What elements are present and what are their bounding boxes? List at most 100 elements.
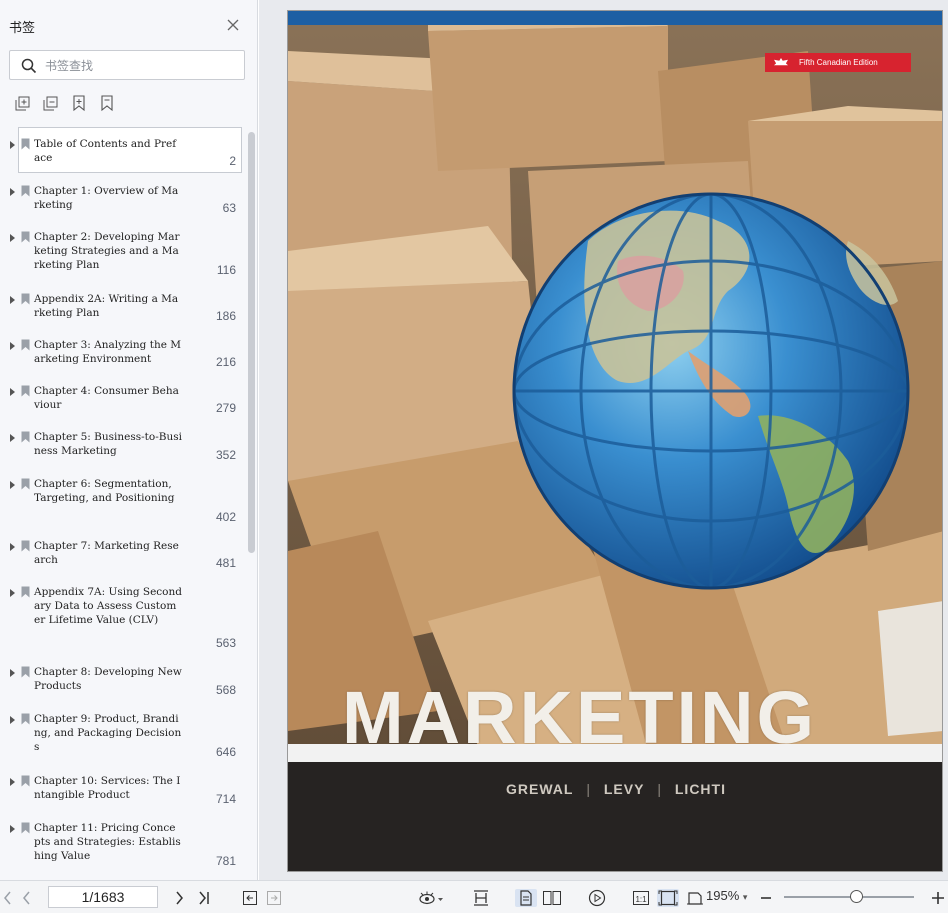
expand-arrow-icon[interactable] [10, 188, 15, 196]
bookmark-label: Chapter 4: Consumer Behaviour [34, 385, 179, 411]
zoom-value: 195% [706, 888, 740, 903]
bookmark-label: Chapter 10: Services: The Intangible Pro… [34, 775, 181, 801]
zoom-slider-track[interactable] [784, 896, 914, 898]
expand-arrow-icon[interactable] [10, 141, 15, 149]
author-separator: | [657, 781, 662, 797]
bookmark-page-number: 216 [215, 355, 236, 369]
bookmark-flag-icon [21, 138, 30, 150]
cover-page: Fifth Canadian Edition MARKETING GREWAL … [287, 10, 943, 872]
collapse-all-icon[interactable] [42, 94, 60, 112]
fit-page-icon[interactable] [657, 889, 679, 907]
edition-label: Fifth Canadian Edition [799, 58, 878, 67]
page-number-input[interactable]: 1/1683 [48, 886, 158, 908]
bookmark-label: Chapter 2: Developing Marketing Strategi… [34, 231, 180, 271]
expand-arrow-icon[interactable] [10, 716, 15, 724]
expand-arrow-icon[interactable] [10, 342, 15, 350]
bookmark-flag-icon [21, 185, 30, 197]
bookmark-item[interactable]: Chapter 7: Marketing Research 481 [0, 529, 244, 575]
zoom-in-icon[interactable] [931, 889, 945, 907]
chevron-down-icon: ▾ [742, 892, 748, 902]
expand-arrow-icon[interactable] [10, 296, 15, 304]
bookmark-page-number: 563 [215, 636, 236, 650]
author-name: LICHTI [674, 781, 726, 797]
bookmark-label: Table of Contents and Preface [34, 138, 177, 164]
last-page-icon[interactable] [197, 889, 211, 907]
close-icon[interactable] [226, 18, 240, 32]
bookmark-flag-icon [21, 478, 30, 490]
fit-width-icon[interactable] [686, 889, 704, 907]
bookmark-label: Appendix 2A: Writing a Marketing Plan [34, 293, 179, 319]
bookmark-flag-icon [21, 666, 30, 678]
sidebar-scrollbar[interactable] [248, 132, 255, 553]
zoom-level[interactable]: 195% ▾ [706, 888, 747, 903]
prev-page-icon[interactable] [20, 889, 32, 907]
bookmark-item[interactable]: Appendix 7A: Using Secondary Data to Ass… [0, 575, 244, 655]
first-page-icon[interactable] [2, 889, 12, 907]
play-icon[interactable] [588, 889, 606, 907]
bookmark-item[interactable]: Chapter 5: Business-to-Business Marketin… [0, 420, 244, 467]
expand-arrow-icon[interactable] [10, 434, 15, 442]
bookmark-page-number: 352 [215, 448, 236, 462]
expand-arrow-icon[interactable] [10, 669, 15, 677]
bookmark-flag-icon [21, 293, 30, 305]
bookmark-page-number: 186 [215, 309, 236, 323]
eye-protection-icon[interactable] [418, 889, 444, 907]
bookmark-flag-icon [21, 586, 30, 598]
svg-text:1:1: 1:1 [635, 895, 647, 904]
bookmark-search-input[interactable] [45, 55, 235, 76]
bookmark-label: Chapter 5: Business-to-Business Marketin… [34, 431, 182, 457]
bookmark-item[interactable]: Chapter 9: Product, Branding, and Packag… [0, 702, 244, 764]
bookmark-item[interactable]: Table of Contents and Preface 2 [0, 127, 244, 173]
bookmark-label: Chapter 9: Product, Branding, and Packag… [34, 713, 182, 753]
zoom-slider-thumb[interactable] [850, 890, 863, 903]
bookmark-flag-icon [21, 822, 30, 834]
bookmark-item[interactable]: Chapter 8: Developing New Products 568 [0, 655, 244, 702]
bookmark-flag-icon [21, 231, 30, 243]
bookmark-label: Appendix 7A: Using Secondary Data to Ass… [34, 586, 182, 626]
page-width-icon[interactable] [472, 889, 490, 907]
bookmark-item[interactable]: Chapter 10: Services: The Intangible Pro… [0, 764, 244, 811]
bookmark-item[interactable]: Chapter 1: Overview of Marketing 63 [0, 174, 244, 220]
expand-arrow-icon[interactable] [10, 778, 15, 786]
bottom-toolbar: 1/1683 1:1 195% ▾ [0, 880, 948, 913]
bookmark-page-number: 568 [215, 683, 236, 697]
expand-all-icon[interactable] [14, 94, 32, 112]
maple-leaf-icon [774, 58, 788, 66]
bookmark-item[interactable]: Chapter 3: Analyzing the Marketing Envir… [0, 328, 244, 374]
double-page-icon[interactable] [542, 889, 562, 907]
bookmark-icon[interactable] [98, 94, 116, 112]
bookmark-panel: 书签 书签查找 Table of Contents and Preface 2 … [0, 0, 258, 880]
bookmark-item[interactable]: Chapter 4: Consumer Behaviour 279 [0, 374, 244, 420]
bookmark-search-box[interactable] [9, 50, 245, 80]
expand-arrow-icon[interactable] [10, 543, 15, 551]
bookmark-page-number: 402 [215, 510, 236, 524]
zoom-out-icon[interactable] [760, 889, 772, 907]
bookmark-label: Chapter 3: Analyzing the Marketing Envir… [34, 339, 182, 365]
bookmark-page-number: 63 [222, 201, 236, 215]
forward-icon[interactable] [266, 889, 282, 907]
bookmark-flag-icon [21, 713, 30, 725]
panel-title: 书签 [9, 20, 36, 35]
expand-arrow-icon[interactable] [10, 481, 15, 489]
bookmark-label: Chapter 6: Segmentation, Targeting, and … [34, 478, 175, 504]
back-icon[interactable] [242, 889, 258, 907]
bookmark-item[interactable]: Appendix 2A: Writing a Marketing Plan 186 [0, 282, 244, 328]
expand-arrow-icon[interactable] [10, 589, 15, 597]
bookmark-flag-icon [21, 385, 30, 397]
single-page-icon[interactable] [515, 889, 537, 907]
next-page-icon[interactable] [174, 889, 186, 907]
expand-arrow-icon[interactable] [10, 234, 15, 242]
edition-badge: Fifth Canadian Edition [765, 53, 911, 72]
bookmark-flag-icon [21, 775, 30, 787]
add-bookmark-icon[interactable] [70, 94, 88, 112]
bookmark-label: Chapter 1: Overview of Marketing [34, 185, 179, 211]
bookmark-page-number: 2 [229, 154, 236, 168]
author-name: LEVY [603, 781, 645, 797]
bookmark-item[interactable]: Chapter 11: Pricing Concepts and Strateg… [0, 811, 244, 873]
expand-arrow-icon[interactable] [10, 388, 15, 396]
bookmark-item[interactable]: Chapter 6: Segmentation, Targeting, and … [0, 467, 244, 529]
bookmark-page-number: 481 [215, 556, 236, 570]
bookmark-item[interactable]: Chapter 2: Developing Marketing Strategi… [0, 220, 244, 282]
actual-size-icon[interactable]: 1:1 [632, 889, 650, 907]
expand-arrow-icon[interactable] [10, 825, 15, 833]
